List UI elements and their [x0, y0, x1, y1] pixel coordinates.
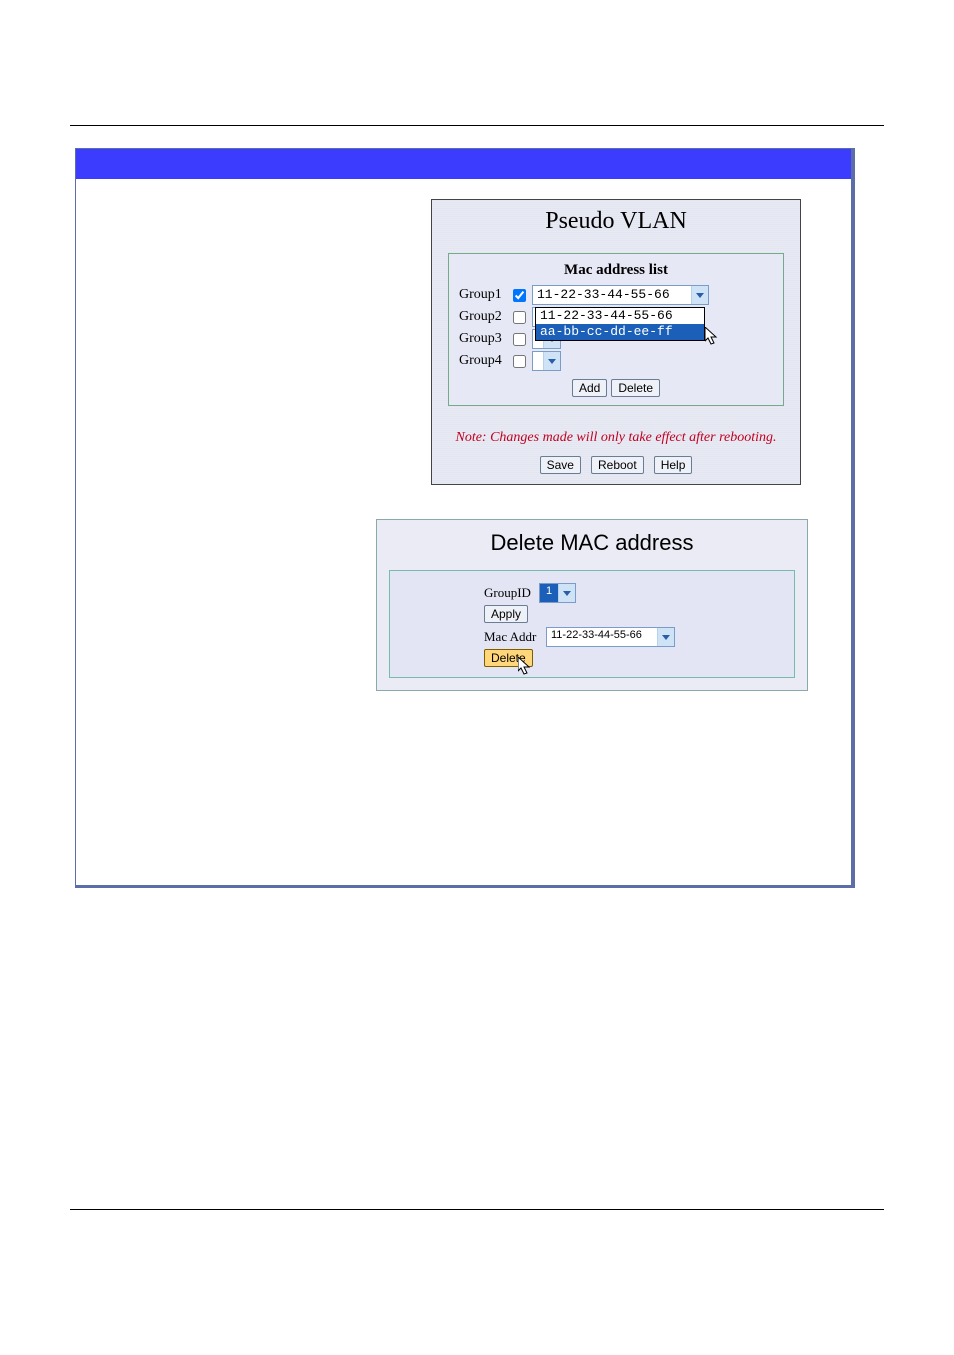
- group1-select[interactable]: 11-22-33-44-55-66: [532, 285, 709, 305]
- reboot-note: Note: Changes made will only take effect…: [432, 418, 800, 456]
- mac-list-box: Mac address list Group1 11-22-33-44-55-6…: [448, 253, 784, 406]
- panel-title: Pseudo VLAN: [432, 200, 800, 253]
- group1-label: Group1: [459, 287, 513, 303]
- bottom-rule: [70, 1209, 884, 1210]
- mac-list-title: Mac address list: [459, 262, 773, 279]
- group2-row: Group2 11-22-33-44-55-66 aa-bb-cc-dd-ee-…: [459, 307, 773, 327]
- save-button[interactable]: Save: [540, 456, 581, 474]
- group4-label: Group4: [459, 353, 513, 369]
- delete-button[interactable]: Delete: [611, 379, 660, 397]
- apply-button[interactable]: Apply: [484, 605, 528, 623]
- group1-row: Group1 11-22-33-44-55-66: [459, 285, 773, 305]
- window-titlebar: [76, 149, 851, 179]
- macaddr-label: Mac Addr: [484, 629, 546, 645]
- groupid-row: GroupID 1: [484, 583, 778, 603]
- window-frame: Pseudo VLAN Mac address list Group1 11-2…: [75, 148, 855, 888]
- chevron-down-icon: [691, 286, 708, 304]
- add-delete-row: Add Delete: [459, 379, 773, 397]
- groupid-label: GroupID: [484, 585, 539, 601]
- macaddr-select-value: 11-22-33-44-55-66: [547, 628, 657, 646]
- macaddr-select[interactable]: 11-22-33-44-55-66: [546, 627, 675, 647]
- macaddr-row: Mac Addr 11-22-33-44-55-66: [484, 627, 778, 647]
- add-button[interactable]: Add: [572, 379, 607, 397]
- delete-mac-button[interactable]: Delete: [484, 649, 533, 667]
- group1-checkbox[interactable]: [513, 289, 526, 302]
- group3-label: Group3: [459, 331, 513, 347]
- dropdown-option[interactable]: 11-22-33-44-55-66: [536, 308, 704, 324]
- help-button[interactable]: Help: [654, 456, 693, 474]
- chevron-down-icon: [543, 352, 560, 370]
- delete-panel-inner: GroupID 1 Apply Mac Addr 11-22-33-44-5: [389, 570, 795, 678]
- bottom-buttons: Save Reboot Help: [432, 456, 800, 484]
- group4-select-value: [533, 352, 543, 370]
- chevron-down-icon: [657, 628, 674, 646]
- groupid-select[interactable]: 1: [539, 583, 576, 603]
- group3-checkbox[interactable]: [513, 333, 526, 346]
- group4-row: Group4: [459, 351, 773, 371]
- group2-label: Group2: [459, 309, 513, 325]
- reboot-button[interactable]: Reboot: [591, 456, 644, 474]
- delete-mac-panel: Delete MAC address GroupID 1 Apply: [376, 519, 808, 691]
- groupid-select-value: 1: [540, 584, 558, 602]
- top-rule: [70, 125, 884, 126]
- dropdown-option[interactable]: aa-bb-cc-dd-ee-ff: [536, 324, 704, 340]
- group4-checkbox[interactable]: [513, 355, 526, 368]
- group2-checkbox[interactable]: [513, 311, 526, 324]
- group2-dropdown-list[interactable]: 11-22-33-44-55-66 aa-bb-cc-dd-ee-ff: [535, 307, 705, 341]
- delete-panel-title: Delete MAC address: [377, 520, 807, 564]
- group4-select[interactable]: [532, 351, 561, 371]
- pseudo-vlan-panel: Pseudo VLAN Mac address list Group1 11-2…: [431, 199, 801, 485]
- group1-select-value: 11-22-33-44-55-66: [533, 286, 691, 304]
- chevron-down-icon: [558, 584, 575, 602]
